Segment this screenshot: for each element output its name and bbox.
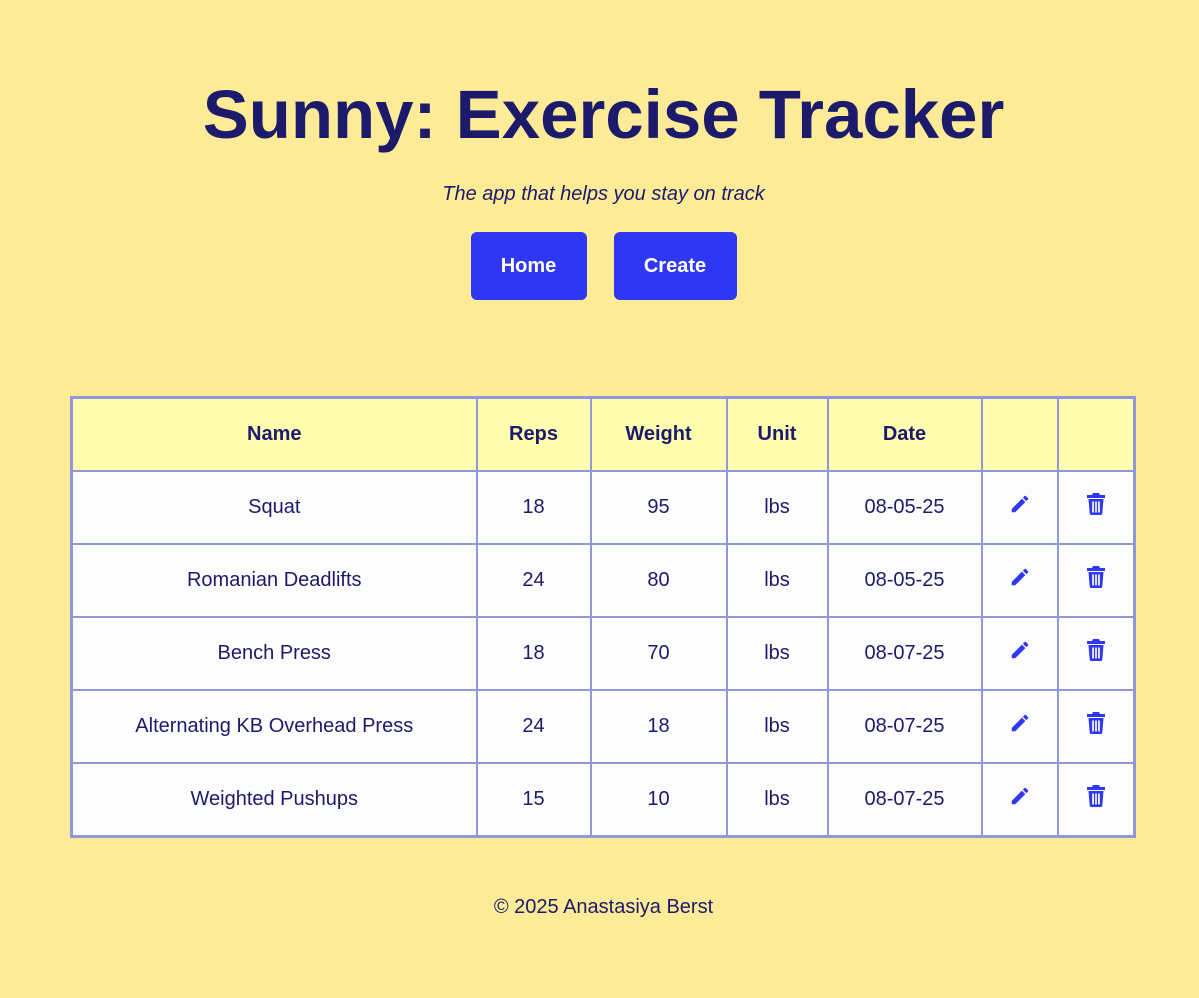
- cell-weight: 80: [589, 543, 728, 618]
- cell-weight: 95: [589, 470, 728, 545]
- cell-weight: 18: [589, 689, 728, 764]
- table-row: Squat 18 95 lbs 08-05-25: [70, 470, 1136, 545]
- trash-icon[interactable]: [1086, 711, 1106, 734]
- column-header-date: Date: [826, 396, 983, 472]
- table-row: Weighted Pushups 15 10 lbs 08-07-25: [70, 762, 1136, 838]
- pencil-icon[interactable]: [1009, 566, 1031, 588]
- table-row: Romanian Deadlifts 24 80 lbs 08-05-25: [70, 543, 1136, 618]
- cell-unit: lbs: [725, 470, 829, 545]
- page-title: Sunny: Exercise Tracker: [202, 76, 1005, 153]
- pencil-icon[interactable]: [1009, 712, 1031, 734]
- cell-date: 08-07-25: [826, 616, 983, 691]
- cell-reps: 24: [475, 689, 592, 764]
- column-header-reps: Reps: [475, 396, 592, 472]
- cell-reps: 18: [475, 616, 592, 691]
- cell-unit: lbs: [725, 762, 829, 838]
- column-header-unit: Unit: [725, 396, 829, 472]
- cell-delete: [1056, 543, 1136, 618]
- column-header-delete: [1056, 396, 1136, 472]
- trash-icon[interactable]: [1086, 784, 1106, 807]
- table-row: Alternating KB Overhead Press 24 18 lbs 08-0…: [70, 689, 1136, 764]
- table-header-row: Name Reps Weight Unit Date: [70, 396, 1136, 472]
- cell-unit: lbs: [725, 689, 829, 764]
- cell-name: Squat: [70, 470, 478, 545]
- column-header-weight: Weight: [589, 396, 728, 472]
- column-header-name: Name: [70, 396, 478, 472]
- cell-edit: [980, 470, 1059, 545]
- create-button[interactable]: Create: [613, 232, 737, 300]
- cell-delete: [1056, 762, 1136, 838]
- cell-reps: 18: [475, 470, 592, 545]
- cell-edit: [980, 616, 1059, 691]
- pencil-icon[interactable]: [1009, 639, 1031, 661]
- home-button[interactable]: Home: [470, 232, 587, 300]
- cell-name: Bench Press: [70, 616, 478, 691]
- cell-unit: lbs: [725, 616, 829, 691]
- cell-date: 08-07-25: [826, 689, 983, 764]
- cell-reps: 24: [475, 543, 592, 618]
- cell-weight: 70: [589, 616, 728, 691]
- footer-copyright: © 2025 Anastasiya Berst: [493, 896, 714, 918]
- main-nav: Home Create: [0, 232, 1199, 300]
- cell-edit: [980, 543, 1059, 618]
- cell-date: 08-07-25: [826, 762, 983, 838]
- cell-edit: [980, 689, 1059, 764]
- table-body: Squat 18 95 lbs 08-05-25 Romanian Deadlifts 24…: [70, 470, 1136, 838]
- cell-date: 08-05-25: [826, 470, 983, 545]
- cell-unit: lbs: [725, 543, 829, 618]
- table-row: Bench Press 18 70 lbs 08-07-25: [70, 616, 1136, 691]
- cell-name: Romanian Deadlifts: [70, 543, 478, 618]
- cell-edit: [980, 762, 1059, 838]
- pencil-icon[interactable]: [1009, 785, 1031, 807]
- cell-delete: [1056, 470, 1136, 545]
- column-header-edit: [980, 396, 1059, 472]
- cell-name: Weighted Pushups: [70, 762, 478, 838]
- exercise-table: Name Reps Weight Unit Date Squat 18 95 lbs 0…: [70, 396, 1136, 838]
- cell-date: 08-05-25: [826, 543, 983, 618]
- cell-delete: [1056, 616, 1136, 691]
- trash-icon[interactable]: [1086, 565, 1106, 588]
- cell-name: Alternating KB Overhead Press: [70, 689, 478, 764]
- trash-icon[interactable]: [1086, 638, 1106, 661]
- cell-reps: 15: [475, 762, 592, 838]
- page-subtitle: The app that helps you stay on track: [442, 183, 765, 205]
- cell-delete: [1056, 689, 1136, 764]
- trash-icon[interactable]: [1086, 492, 1106, 515]
- cell-weight: 10: [589, 762, 728, 838]
- pencil-icon[interactable]: [1009, 493, 1031, 515]
